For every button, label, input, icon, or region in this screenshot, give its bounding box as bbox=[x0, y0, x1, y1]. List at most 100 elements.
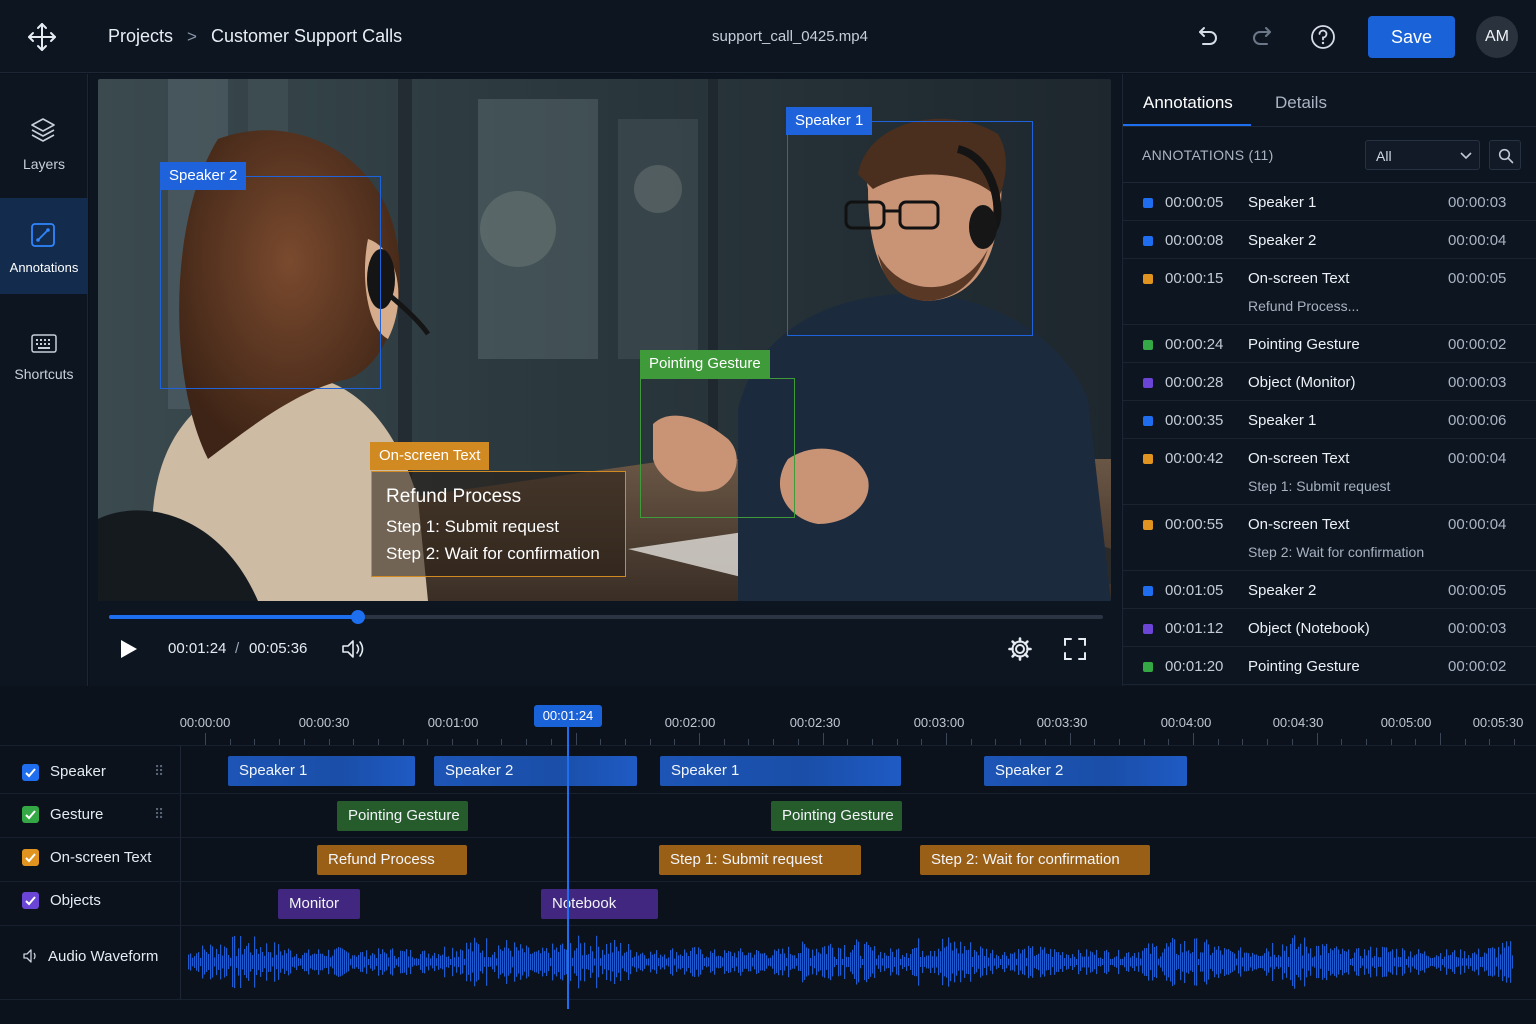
clip-speaker[interactable]: Speaker 1 bbox=[660, 756, 901, 786]
rail-item-shortcuts[interactable]: Shortcuts bbox=[0, 316, 88, 412]
bbox-label-pointing-gesture: Pointing Gesture bbox=[640, 350, 770, 378]
waveform-bar bbox=[672, 948, 674, 976]
clip-gesture[interactable]: Pointing Gesture bbox=[337, 801, 468, 831]
waveform-bar bbox=[1056, 952, 1058, 972]
waveform-bar bbox=[1472, 953, 1474, 971]
waveform-bar bbox=[988, 957, 990, 967]
rail-item-layers[interactable]: Layers bbox=[0, 104, 88, 200]
tab-details[interactable]: Details bbox=[1275, 93, 1327, 113]
annotation-time: 00:00:42 bbox=[1165, 450, 1224, 467]
playhead-time[interactable]: 00:01:24 bbox=[534, 705, 602, 727]
annotation-row[interactable]: 00:00:35 Speaker 1 00:00:06 bbox=[1123, 401, 1536, 439]
undo-icon[interactable] bbox=[1191, 22, 1221, 52]
move-icon[interactable] bbox=[22, 18, 62, 56]
waveform-bar bbox=[1264, 953, 1266, 971]
progress-bar[interactable] bbox=[109, 610, 1103, 624]
waveform-bar bbox=[464, 958, 466, 966]
waveform-bar bbox=[634, 956, 636, 968]
annotation-filter-select[interactable]: All bbox=[1365, 140, 1480, 170]
track-checkbox-gesture[interactable] bbox=[22, 806, 39, 823]
track-checkbox-onscreen-text[interactable] bbox=[22, 849, 39, 866]
waveform-bar bbox=[950, 942, 952, 982]
annotation-color-marker bbox=[1143, 416, 1153, 426]
progress-handle[interactable] bbox=[351, 610, 365, 624]
clip-gesture[interactable]: Pointing Gesture bbox=[771, 801, 902, 831]
waveform-bar bbox=[1104, 951, 1106, 973]
waveform-bar bbox=[700, 949, 702, 975]
drag-handle-icon[interactable]: ⠿ bbox=[154, 763, 164, 780]
waveform-bar bbox=[662, 956, 664, 968]
ruler-label: 00:05:00 bbox=[1380, 715, 1432, 730]
drag-handle-icon[interactable]: ⠿ bbox=[154, 806, 164, 823]
waveform-bar bbox=[750, 952, 752, 972]
clip-speaker[interactable]: Speaker 2 bbox=[434, 756, 637, 786]
play-icon[interactable] bbox=[118, 638, 140, 660]
annotation-row[interactable]: 00:00:55 On-screen Text 00:00:04 Step 2: Wa… bbox=[1123, 505, 1536, 571]
clip-onscreen-text[interactable]: Step 2: Wait for confirmation bbox=[920, 845, 1150, 875]
clip-onscreen-text[interactable]: Refund Process bbox=[317, 845, 467, 875]
annotation-duration: 00:00:03 bbox=[1448, 374, 1507, 391]
audio-waveform[interactable] bbox=[188, 932, 1513, 992]
rail-item-annotations[interactable]: Annotations bbox=[0, 198, 88, 294]
waveform-bar bbox=[1370, 946, 1372, 978]
bbox-pointing-gesture[interactable] bbox=[640, 378, 795, 518]
waveform-bar bbox=[1372, 957, 1374, 967]
waveform-bar bbox=[1410, 951, 1412, 973]
clip-speaker[interactable]: Speaker 1 bbox=[228, 756, 415, 786]
annotation-row[interactable]: 00:01:05 Speaker 2 00:00:05 bbox=[1123, 571, 1536, 609]
waveform-bar bbox=[452, 947, 454, 977]
search-button[interactable] bbox=[1489, 140, 1521, 170]
volume-icon[interactable] bbox=[340, 637, 366, 661]
breadcrumb-current[interactable]: Customer Support Calls bbox=[211, 26, 402, 47]
help-icon[interactable] bbox=[1308, 22, 1338, 52]
track-checkbox-speaker[interactable] bbox=[22, 764, 39, 781]
waveform-bar bbox=[980, 946, 982, 978]
annotation-color-marker bbox=[1143, 454, 1153, 464]
waveform-bar bbox=[906, 953, 908, 971]
waveform-bar bbox=[268, 952, 270, 972]
annotation-row[interactable]: 00:01:12 Object (Notebook) 00:00:03 bbox=[1123, 609, 1536, 647]
waveform-bar bbox=[1364, 949, 1366, 975]
annotation-row[interactable]: 00:00:42 On-screen Text 00:00:04 Step 1: Su… bbox=[1123, 439, 1536, 505]
waveform-bar bbox=[706, 956, 708, 968]
waveform-bar bbox=[1474, 952, 1476, 972]
annotation-row[interactable]: 00:00:15 On-screen Text 00:00:05 Refund Pro… bbox=[1123, 259, 1536, 325]
track-checkbox-objects[interactable] bbox=[22, 892, 39, 909]
avatar[interactable]: AM bbox=[1476, 16, 1518, 58]
clip-onscreen-text[interactable]: Step 1: Submit request bbox=[659, 845, 861, 875]
clip-speaker[interactable]: Speaker 2 bbox=[984, 756, 1187, 786]
waveform-bar bbox=[962, 953, 964, 971]
annotation-time: 00:00:24 bbox=[1165, 336, 1224, 353]
annotation-row[interactable]: 00:00:28 Object (Monitor) 00:00:03 bbox=[1123, 363, 1536, 401]
waveform-bar bbox=[796, 958, 798, 966]
breadcrumb-projects[interactable]: Projects bbox=[108, 26, 173, 47]
annotation-label: Speaker 1 bbox=[1248, 412, 1317, 429]
annotation-row[interactable]: 00:00:24 Pointing Gesture 00:00:02 bbox=[1123, 325, 1536, 363]
bbox-onscreen-text[interactable]: Refund Process Step 1: Submit request St… bbox=[371, 471, 626, 577]
bbox-speaker-1[interactable] bbox=[787, 121, 1033, 336]
waveform-bar bbox=[686, 952, 688, 972]
waveform-bar bbox=[550, 957, 552, 967]
bbox-speaker-2[interactable] bbox=[160, 176, 381, 389]
waveform-bar bbox=[1150, 953, 1152, 971]
clip-object[interactable]: Notebook bbox=[541, 889, 658, 919]
waveform-bar bbox=[1066, 954, 1068, 970]
annotation-row[interactable]: 00:01:20 Pointing Gesture 00:00:02 bbox=[1123, 647, 1536, 685]
playhead-line[interactable] bbox=[567, 727, 569, 1009]
annotation-row[interactable]: 00:00:05 Speaker 1 00:00:03 bbox=[1123, 183, 1536, 221]
waveform-bar bbox=[398, 957, 400, 967]
redo-icon[interactable] bbox=[1249, 22, 1279, 52]
annotation-row[interactable]: 00:00:08 Speaker 2 00:00:04 bbox=[1123, 221, 1536, 259]
waveform-bar bbox=[888, 955, 890, 969]
fullscreen-icon[interactable] bbox=[1063, 637, 1087, 661]
waveform-bar bbox=[990, 953, 992, 971]
ruler-tick bbox=[1069, 733, 1071, 745]
waveform-bar bbox=[442, 954, 444, 970]
tab-annotations[interactable]: Annotations bbox=[1143, 93, 1233, 113]
clip-object[interactable]: Monitor bbox=[278, 889, 360, 919]
settings-icon[interactable] bbox=[1007, 636, 1033, 662]
waveform-bar bbox=[1468, 955, 1470, 969]
annotation-color-marker bbox=[1143, 340, 1153, 350]
save-button[interactable]: Save bbox=[1368, 16, 1455, 58]
waveform-bar bbox=[740, 948, 742, 976]
